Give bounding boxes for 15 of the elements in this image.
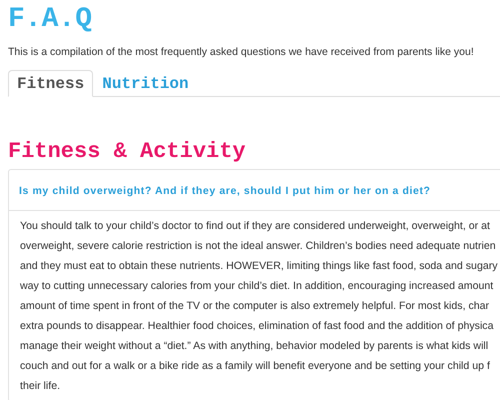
answer-text: overweight, severe calorie restriction is not the ideal answer. Children’s bodies need adequate nutrien (20, 240, 496, 252)
page-title: F.A.Q (8, 3, 92, 37)
faq-question[interactable]: Is my child overweight? And if they are, should I put him or her on a diet? (19, 185, 431, 197)
answer-text: manage their weight without a “diet.” As with anything, behavior modeled by parents is what kids will (20, 340, 488, 352)
section-heading: Fitness & Activity (8, 139, 246, 165)
answer-text: extra pounds to disappear. Healthier food choices, elimination of fast food and the addition of physica (20, 320, 494, 332)
intro-text: This is a compilation of the most frequently asked questions we have received from parents like you! (8, 45, 474, 60)
answer-text: and they must eat to obtain these nutrients. HOWEVER, limiting things like fast food, soda and sugary (20, 260, 498, 272)
tab[interactable]: Nutrition (93, 70, 198, 97)
answer-text: their life. (20, 380, 60, 392)
answer-text: You should talk to your child’s doctor to find out if they are considered underweight, overweight, or at (20, 220, 490, 232)
answer-text: couch and out for a walk or a bike ride as a family will benefit everyone and be setting your child up f (20, 360, 490, 372)
answer-text: amount of time spent in front of the TV or the computer is also extremely helpful. For most kids, char (20, 300, 490, 312)
answer-text: way to cutting unnecessary calories from your child’s diet. In addition, encouraging increased amount (20, 280, 494, 292)
tab[interactable]: Fitness (8, 70, 94, 97)
